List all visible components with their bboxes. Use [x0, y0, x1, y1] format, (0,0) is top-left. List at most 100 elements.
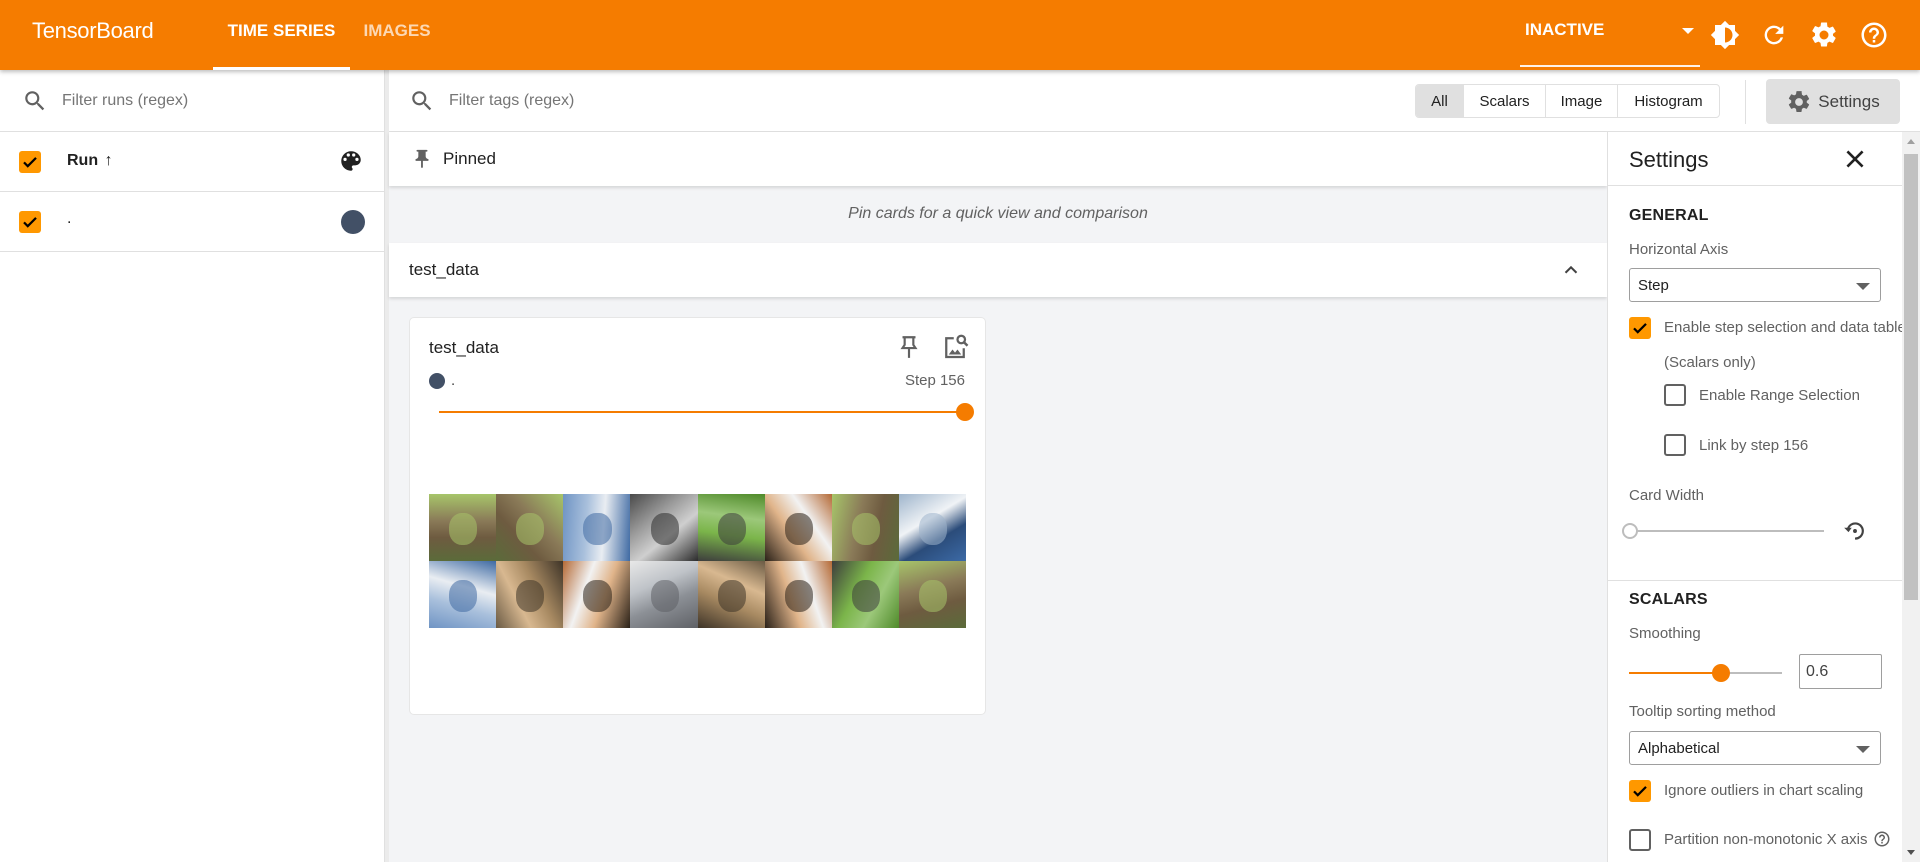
- search-icon: [25, 90, 45, 110]
- filter-scalars-button[interactable]: Scalars: [1464, 85, 1546, 117]
- horizontal-axis-select[interactable]: Step: [1629, 268, 1881, 302]
- image-subject: [717, 512, 746, 545]
- run-column-sort-button[interactable]: Run ↑: [67, 152, 113, 170]
- card-group-header[interactable]: test_data: [389, 243, 1607, 297]
- tag-filter: [409, 70, 1149, 132]
- card-group-title: test_data: [409, 260, 479, 279]
- filter-histogram-button[interactable]: Histogram: [1618, 85, 1719, 117]
- runs-filter-input[interactable]: [62, 91, 362, 110]
- image-subject: [784, 512, 813, 545]
- step-selection-label: Enable step selection and data table: [1664, 319, 1902, 336]
- image-thumbnail-automobile: [630, 494, 698, 561]
- check-icon: [23, 217, 37, 228]
- brightness-icon: [1710, 20, 1740, 50]
- settings-menu-button[interactable]: [1806, 17, 1842, 53]
- scroll-down-arrow-icon[interactable]: [1907, 850, 1915, 855]
- ignore-outliers-checkbox[interactable]: [1629, 780, 1651, 802]
- image-card: test_data . Step 156: [409, 317, 986, 715]
- range-selection-checkbox[interactable]: [1664, 384, 1686, 406]
- link-by-step-label: Link by step 156: [1699, 437, 1809, 454]
- settings-scrollbar[interactable]: [1902, 132, 1920, 862]
- tooltip-sort-value: Alphabetical: [1638, 740, 1720, 757]
- help-icon: [1874, 831, 1890, 847]
- partition-help-button[interactable]: [1873, 830, 1891, 853]
- run-row[interactable]: .: [0, 192, 385, 252]
- settings-panel-header: Settings: [1608, 132, 1902, 186]
- image-thumbnail-airplane: [429, 561, 497, 628]
- help-button[interactable]: [1856, 17, 1892, 53]
- scalars-section-title: SCALARS: [1629, 591, 1708, 608]
- horizontal-axis-value: Step: [1638, 277, 1669, 294]
- reload-icon: [1764, 25, 1784, 45]
- chevron-up-icon[interactable]: [1560, 259, 1582, 281]
- runs-sidebar: Run ↑ .: [0, 70, 385, 862]
- image-thumbnail-bird: [697, 494, 765, 561]
- link-by-step-checkbox[interactable]: [1664, 434, 1686, 456]
- close-icon: [1846, 150, 1864, 168]
- reload-button[interactable]: [1756, 17, 1792, 53]
- scrollbar-thumb[interactable]: [1904, 154, 1918, 600]
- tooltip-sort-select[interactable]: Alphabetical: [1629, 731, 1881, 765]
- run-name: .: [67, 210, 72, 227]
- runs-filter: [0, 70, 385, 132]
- inactive-plugins-dropdown[interactable]: INACTIVE: [1520, 0, 1700, 67]
- scalars-only-note: (Scalars only): [1664, 354, 1756, 371]
- image-subject: [717, 579, 746, 612]
- run-color-dot: [429, 373, 445, 389]
- reset-card-width-button[interactable]: [1842, 518, 1868, 549]
- image-thumbnail-cat: [697, 561, 765, 628]
- tag-filter-input[interactable]: [449, 92, 1149, 110]
- pin-card-button[interactable]: [896, 332, 922, 367]
- scroll-up-arrow-icon[interactable]: [1907, 139, 1915, 144]
- card-run-name: .: [451, 372, 456, 389]
- smoothing-track-fill: [1629, 672, 1721, 674]
- partition-x-axis-label: Partition non-monotonic X axis: [1664, 831, 1868, 848]
- settings-panel-toggle-button[interactable]: Settings: [1766, 79, 1900, 124]
- image-thumbnail-deer: [898, 561, 966, 628]
- run-checkbox[interactable]: [19, 211, 41, 233]
- image-subject: [851, 579, 881, 612]
- filter-image-button[interactable]: Image: [1546, 85, 1618, 117]
- horizontal-axis-label: Horizontal Axis: [1629, 241, 1729, 258]
- card-width-track: [1630, 530, 1824, 532]
- step-slider-thumb[interactable]: [956, 403, 974, 421]
- image-subject: [851, 512, 881, 545]
- step-slider-track: [439, 411, 965, 413]
- tab-images[interactable]: IMAGES: [352, 0, 442, 70]
- filter-all-button[interactable]: All: [1416, 85, 1464, 117]
- image-thumbnail-dog: [563, 561, 631, 628]
- select-all-runs-checkbox[interactable]: [19, 151, 41, 173]
- image-thumbnail-deer: [429, 494, 497, 561]
- smoothing-input[interactable]: [1799, 654, 1882, 689]
- close-settings-button[interactable]: [1842, 146, 1868, 177]
- partition-x-axis-checkbox[interactable]: [1629, 829, 1651, 851]
- card-width-slider[interactable]: [1622, 523, 1824, 539]
- gear-icon: [1789, 90, 1810, 112]
- run-color-swatch[interactable]: [341, 210, 365, 234]
- smoothing-thumb[interactable]: [1711, 664, 1730, 682]
- reset-icon: [1844, 522, 1864, 540]
- tab-time-series[interactable]: TIME SERIES: [213, 0, 350, 70]
- help-icon: [1861, 22, 1887, 48]
- step-selection-checkbox[interactable]: [1629, 317, 1651, 339]
- image-subject: [449, 512, 478, 545]
- caret-down-icon: [1856, 283, 1870, 290]
- image-subject: [583, 512, 612, 545]
- runs-table-header: Run ↑: [0, 132, 385, 192]
- theme-toggle-button[interactable]: [1707, 17, 1743, 53]
- pinned-group-header: Pinned: [389, 132, 1607, 186]
- smoothing-slider[interactable]: [1629, 663, 1782, 683]
- image-subject: [784, 579, 813, 612]
- card-width-thumb[interactable]: [1622, 523, 1638, 539]
- toggle-actual-size-button[interactable]: [940, 332, 970, 367]
- range-selection-label: Enable Range Selection: [1699, 387, 1860, 404]
- image-sample[interactable]: [429, 494, 966, 628]
- search-icon: [412, 91, 432, 111]
- top-app-bar: TensorBoard TIME SERIES IMAGES INACTIVE: [0, 0, 1920, 70]
- sort-ascending-icon: ↑: [104, 152, 113, 169]
- image-thumbnail-truck: [630, 561, 698, 628]
- run-color-palette-button[interactable]: [338, 148, 364, 179]
- toolbar-divider: [1745, 80, 1746, 124]
- card-title: test_data: [429, 338, 499, 357]
- step-slider[interactable]: [439, 402, 974, 422]
